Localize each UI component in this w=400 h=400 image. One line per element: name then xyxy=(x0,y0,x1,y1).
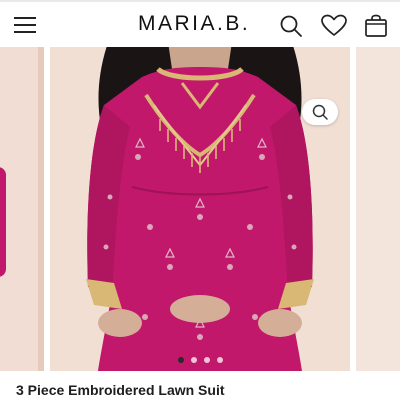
previous-slide-preview[interactable] xyxy=(0,47,44,371)
search-icon[interactable] xyxy=(279,14,303,38)
slide-divider xyxy=(38,47,44,371)
zoom-button[interactable] xyxy=(302,99,338,125)
slide-indicator xyxy=(0,357,400,365)
heart-icon[interactable] xyxy=(321,14,347,38)
product-image-gallery[interactable] xyxy=(0,47,400,371)
product-title: 3 Piece Embroidered Lawn Suit xyxy=(16,382,225,398)
site-header: MARIA.B. xyxy=(0,2,400,46)
brand-logo[interactable]: MARIA.B. xyxy=(138,12,250,36)
bag-icon[interactable] xyxy=(364,14,388,38)
slide-dot[interactable] xyxy=(190,357,197,363)
slide-dot[interactable] xyxy=(203,357,210,363)
slide-dot[interactable] xyxy=(216,357,223,363)
zoom-icon xyxy=(312,104,328,120)
slide-dot[interactable] xyxy=(177,357,184,363)
product-image[interactable] xyxy=(50,47,350,371)
menu-icon[interactable] xyxy=(14,15,38,35)
embroidered-suit-image xyxy=(50,47,350,371)
next-slide-preview[interactable] xyxy=(356,47,400,371)
previous-slide-garment xyxy=(0,167,6,277)
